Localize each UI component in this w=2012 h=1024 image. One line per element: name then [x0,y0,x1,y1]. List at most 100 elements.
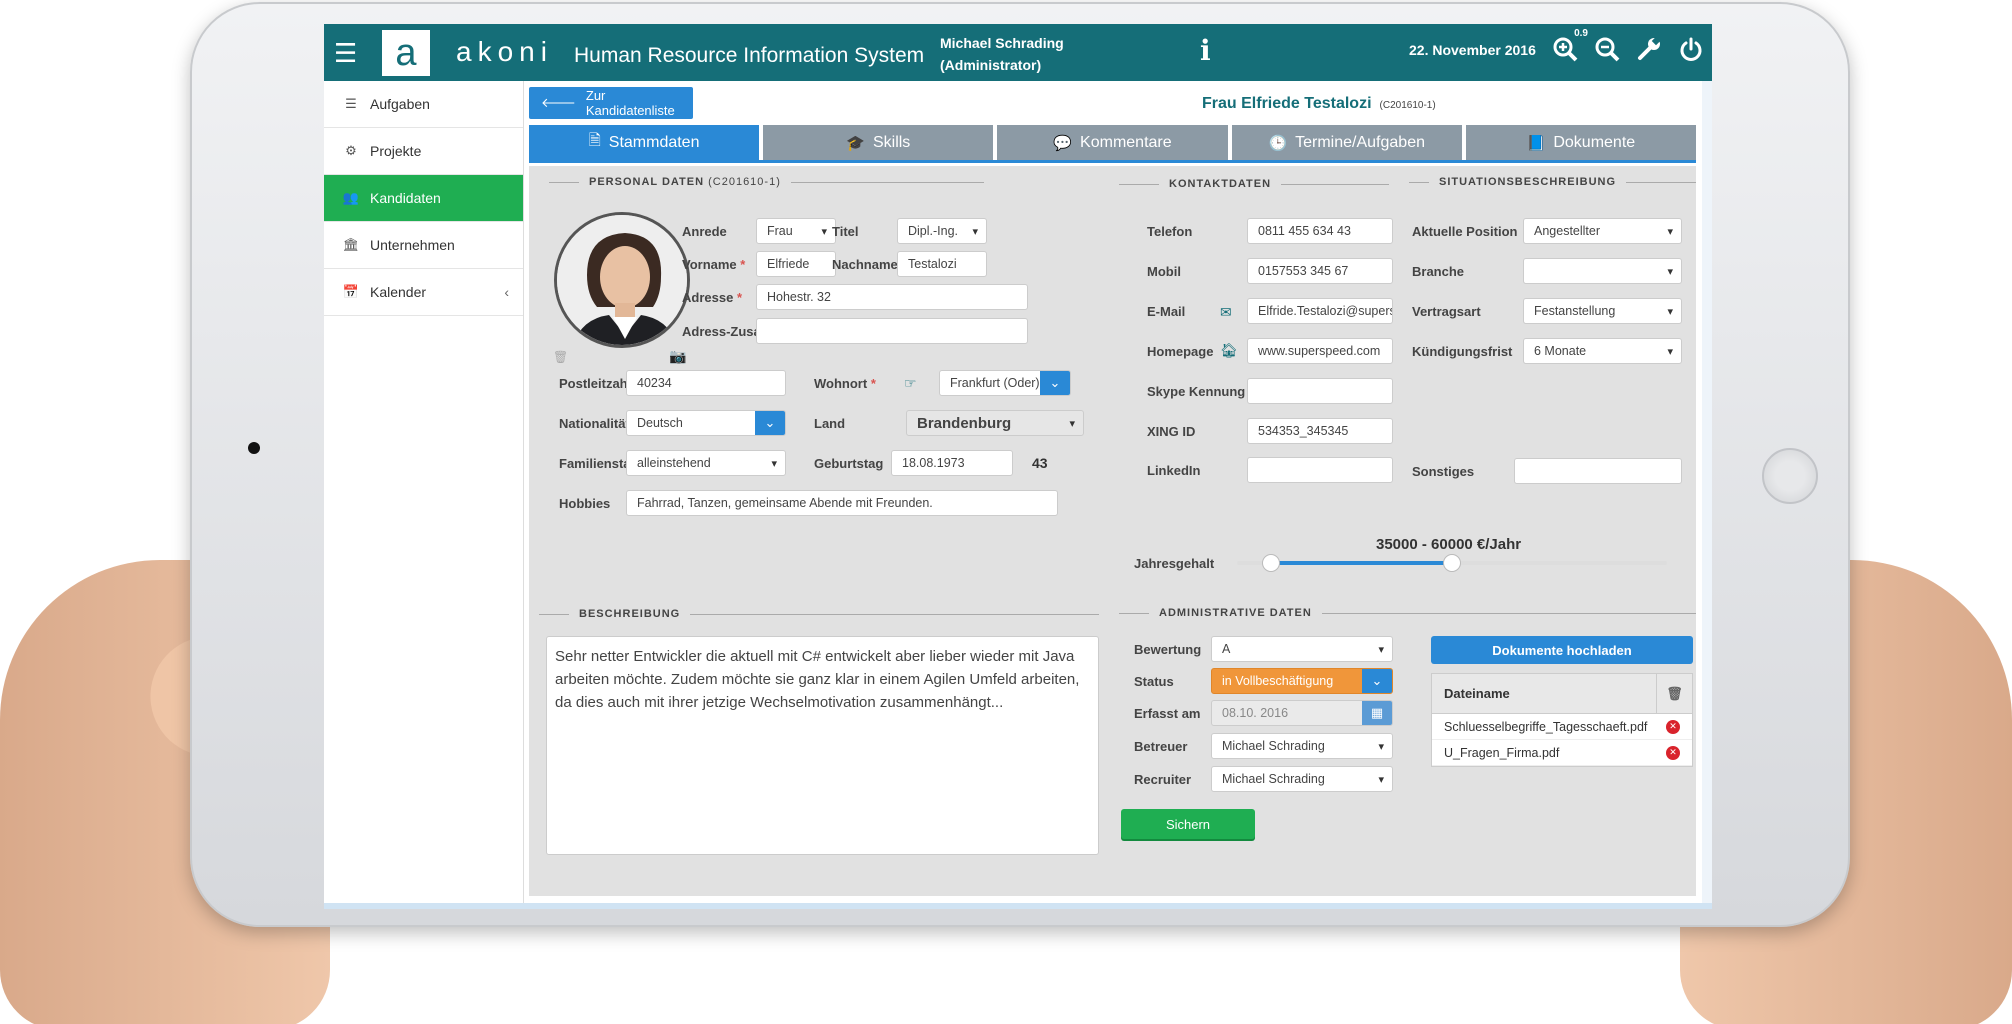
skype-input[interactable] [1247,378,1393,404]
file-icon: 🗎 [588,132,601,149]
chevron-down-icon: ⌄ [1040,371,1070,395]
nationalitaet-select[interactable]: Deutsch ⌄ [626,410,786,436]
tab-dokumente[interactable]: 📘 Dokumente [1465,125,1697,160]
bewertung-select[interactable]: A [1211,636,1393,662]
document-row[interactable]: U_Fragen_Firma.pdf ✕ [1432,740,1692,766]
nachname-input[interactable]: Testalozi [897,251,987,277]
sidebar-item-aufgaben[interactable]: ☰ Aufgaben [324,81,523,128]
document-row[interactable]: Schluesselbegriffe_Tagesschaeft.pdf ✕ [1432,714,1692,740]
salary-slider-max-handle[interactable] [1443,554,1461,572]
xing-input[interactable]: 534353_345345 [1247,418,1393,444]
nachname-label: Nachname * [832,257,906,272]
geburtstag-input[interactable]: 18.08.1973 [891,450,1013,476]
camera-icon[interactable]: 📷 [669,348,686,365]
calendar-icon: 📅 [342,284,360,299]
adresse-input[interactable]: Hohestr. 32 [756,284,1028,310]
recruiter-select[interactable]: Michael Schrading [1211,766,1393,792]
hobbies-input[interactable]: Fahrrad, Tanzen, gemeinsame Abende mit F… [626,490,1058,516]
wohnort-select[interactable]: Frankfurt (Oder) ⌄ [939,370,1071,396]
app-screen: ☰ a akoni Human Resource Information Sys… [324,24,1712,909]
hand-pointer-icon[interactable]: ☞ [904,375,917,392]
tab-skills[interactable]: 🎓 Skills [763,125,994,160]
trash-icon[interactable]: 🗑 [553,350,568,364]
salary-slider-min-handle[interactable] [1262,554,1281,572]
land-select[interactable]: Brandenburg [906,410,1084,436]
power-icon[interactable] [1676,34,1706,64]
zoom-out-icon[interactable] [1592,34,1622,64]
telefon-input[interactable]: 0811 455 634 43 [1247,218,1393,244]
familienstand-select[interactable]: alleinstehend [626,450,786,476]
wrench-icon[interactable] [1634,34,1664,64]
nationalitaet-label: Nationalität [559,416,630,431]
erfasst-label: Erfasst am [1134,706,1201,721]
linkedin-input[interactable] [1247,457,1393,483]
upload-documents-button[interactable]: Dokumente hochladen [1431,636,1693,664]
tablet-home-button[interactable] [1762,448,1818,504]
info-icon[interactable]: i [1200,34,1211,67]
homepage-input[interactable]: www.superspeed.com [1247,338,1393,364]
email-input[interactable]: Elfride.Testalozi@superspeed.com [1247,298,1393,324]
tab-kommentare[interactable]: 💬 Kommentare [997,125,1228,160]
tab-stammdaten[interactable]: 🗎 Stammdaten [529,125,760,160]
hamburger-menu-icon[interactable]: ☰ [334,38,357,69]
save-button[interactable]: Sichern [1121,809,1255,839]
top-bar: ☰ a akoni Human Resource Information Sys… [324,24,1712,81]
chevron-left-icon: ‹ [504,284,509,300]
telefon-label: Telefon [1147,224,1193,239]
zoom-level: 0.9 [1574,28,1588,39]
user-role: (Administrator) [940,57,1042,73]
admin-section-header: ADMINISTRATIVE DATEN [1119,607,1696,619]
tab-termine[interactable]: 🕒 Termine/Aufgaben [1231,125,1462,160]
position-label: Aktuelle Position [1412,224,1518,239]
vertragsart-select[interactable]: Festanstellung [1523,298,1682,324]
position-select[interactable]: Angestellter [1523,218,1682,244]
current-date: 22. November 2016 [1409,42,1536,58]
land-label: Land [814,416,846,431]
remove-icon[interactable]: ✕ [1666,745,1680,760]
sidebar-item-kandidaten[interactable]: 👥 Kandidaten [324,175,523,222]
adresszusatz-input[interactable] [756,318,1028,344]
kuendigung-select[interactable]: 6 Monate [1523,338,1682,364]
candidate-photo[interactable] [554,212,690,348]
beschreibung-textarea[interactable]: Sehr netter Entwickler die aktuell mit C… [546,636,1099,855]
trash-icon[interactable]: 🗑 [1656,674,1692,714]
vorname-input[interactable]: Elfriede [756,251,836,277]
gears-icon: ⚙ [345,143,357,158]
branche-select[interactable] [1523,258,1682,284]
back-to-list-button[interactable]: 🡐 Zur Kandidatenliste [529,87,693,119]
bottom-scrollbar[interactable] [324,903,1712,909]
mobil-input[interactable]: 0157553 345 67 [1247,258,1393,284]
home-icon[interactable]: 🏠︎ [1220,342,1238,359]
zoom-in-icon[interactable]: 0.9 [1550,28,1588,64]
sidebar-item-projekte[interactable]: ⚙ Projekte [324,128,523,175]
erfasst-date-input[interactable]: 08.10. 2016 ▦ [1211,700,1393,726]
skype-label: Skype Kennung [1147,384,1246,399]
tablet-photo: ☰ a akoni Human Resource Information Sys… [0,0,2012,1024]
stammdaten-panel: PERSONAL DATEN (C201610-1) KONTAKTDATEN … [529,166,1696,896]
graduation-cap-icon: 🎓 [846,134,865,152]
jahresgehalt-label: Jahresgehalt [1134,556,1215,571]
envelope-icon[interactable]: ✉ [1220,304,1232,321]
beschreibung-section-header: BESCHREIBUNG [539,608,1099,620]
vertical-scrollbar[interactable] [1702,81,1712,909]
kuendigung-label: Kündigungsfrist [1412,344,1513,359]
titel-select[interactable]: Dipl.-Ing. [897,218,987,244]
remove-icon[interactable]: ✕ [1666,719,1680,734]
sidebar-item-kalender[interactable]: 📅 Kalender ‹ [324,269,523,316]
tab-bar: 🗎 Stammdaten 🎓 Skills 💬 Kommentare 🕒 Termine… [529,125,1697,163]
plz-input[interactable]: 40234 [626,370,786,396]
documents-table: Dateiname 🗑 Schluesselbegriffe_Tagesschae… [1431,673,1693,767]
wohnort-label: Wohnort * [814,376,876,391]
betreuer-select[interactable]: Michael Schrading [1211,733,1393,759]
sidebar: ☰ Aufgaben ⚙ Projekte 👥 Kandidaten 🏛 Unterne… [324,81,524,909]
mobil-label: Mobil [1147,264,1181,279]
brand-name: akoni [456,36,553,67]
sonstiges-input[interactable] [1514,458,1682,484]
app-title: Human Resource Information System [574,44,925,67]
sidebar-item-unternehmen[interactable]: 🏛 Unternehmen [324,222,523,269]
status-select[interactable]: in Vollbeschäftigung ⌄ [1211,668,1393,694]
personal-section-header: PERSONAL DATEN (C201610-1) [549,176,984,188]
salary-slider[interactable] [1237,554,1667,572]
anrede-select[interactable]: Frau [756,218,836,244]
email-label: E-Mail [1147,304,1186,319]
